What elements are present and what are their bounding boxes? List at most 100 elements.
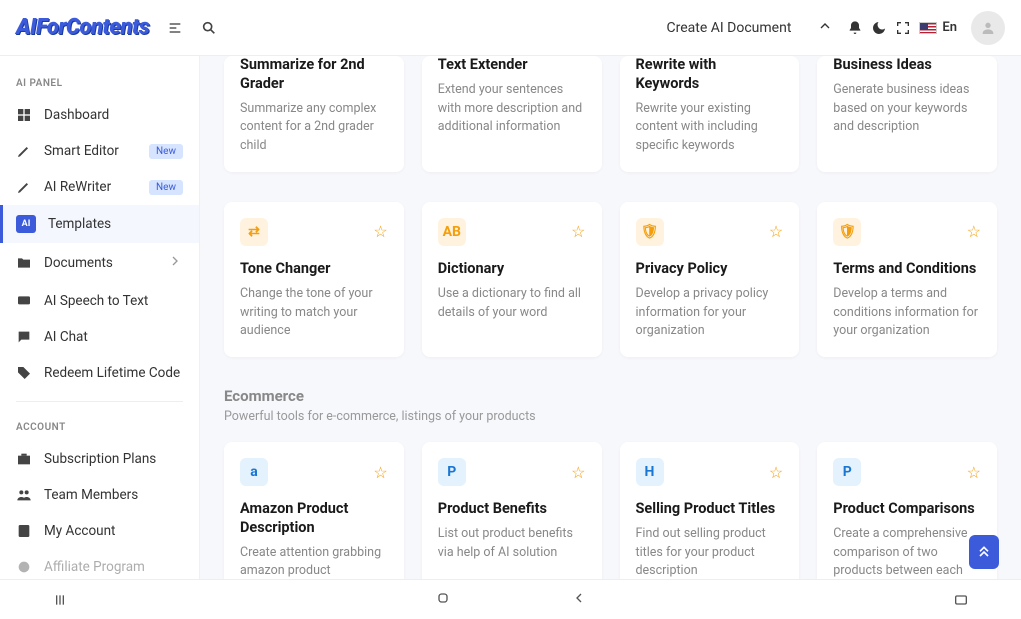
link-icon [16,559,32,575]
search-icon[interactable] [201,20,217,36]
card-description: Change the tone of your writing to match… [240,285,388,341]
star-icon[interactable]: ☆ [373,222,387,241]
card-title: Text Extender [438,56,586,75]
tag-icon [16,365,32,381]
chevron-up-icon [817,18,833,38]
sidebar-item-ai-rewriter[interactable]: AI ReWriterNew [0,169,199,205]
card-title: Terms and Conditions [833,260,981,279]
sidebar-item-redeem[interactable]: Redeem Lifetime Code [0,355,199,391]
sidebar-item-team[interactable]: Team Members [0,477,199,513]
template-card[interactable]: H ☆ Selling Product Titles Find out selling… [620,442,800,579]
menu-toggle-icon[interactable] [167,20,183,36]
template-card[interactable]: ⇄ ☆ Tone Changer Change the tone of your wr… [224,202,404,357]
system-back-icon[interactable] [571,590,587,610]
chevron-right-icon [167,253,183,273]
card-description: Use a dictionary to find all details of … [438,285,586,323]
new-badge: New [149,180,183,195]
sidebar-item-smart-editor[interactable]: Smart EditorNew [0,133,199,169]
card-description: Create a comprehensive comparison of two… [833,525,981,579]
sidebar-divider [16,401,183,402]
card-icon: H [636,458,664,486]
template-card[interactable]: Business IdeasGenerate business ideas ba… [817,56,997,172]
template-card[interactable]: Text Extender Extend your sentences with … [422,56,602,172]
template-card[interactable]: a ☆ Amazon Product Description Create atten… [224,442,404,579]
sidebar-item-affiliate[interactable]: Affiliate Program [0,549,199,579]
sidebar-item-documents[interactable]: Documents [0,243,199,283]
star-icon[interactable]: ☆ [967,463,981,482]
section-title: Ecommerce [224,387,997,405]
card-title: Summarize for 2nd Grader [240,56,388,94]
star-icon[interactable]: ☆ [769,463,783,482]
template-card[interactable]: Summarize for 2nd Grader Summarize any co… [224,56,404,172]
template-card[interactable]: 🛡 ☆ Privacy Policy Develop a privacy policy… [620,202,800,357]
card-title: Selling Product Titles [636,500,784,519]
card-description: Summarize any complex content for a 2nd … [240,100,388,156]
language-selector[interactable]: En [919,20,957,35]
fullscreen-icon[interactable] [895,20,911,36]
star-icon[interactable]: ☆ [967,222,981,241]
create-document-dropdown[interactable]: Create AI Document [657,18,844,38]
card-title: Tone Changer [240,260,388,279]
template-card[interactable]: P☆Product BenefitsList out product benef… [422,442,602,579]
card-description: Develop a privacy policy information for… [636,285,784,341]
card-icon: P [833,458,861,486]
card-description: Find out selling product titles for your… [636,525,784,579]
sidebar-item-subscription[interactable]: Subscription Plans [0,441,199,477]
card-description: Rewrite your existing content with inclu… [636,100,784,156]
card-title: Product Comparisons [833,500,981,519]
pencil-icon [16,179,32,195]
card-title: Amazon Product Description [240,500,388,538]
main-content: Summarize for 2nd Grader Summarize any co… [200,56,1021,579]
card-icon: 🛡 [833,218,861,246]
star-icon[interactable]: ☆ [769,222,783,241]
team-icon [16,487,32,503]
app-logo[interactable]: AIForContents [16,15,149,40]
card-description: Generate business ideas based on your ke… [833,81,981,137]
pen-icon [16,143,32,159]
card-icon: AB [438,218,466,246]
card-icon: 🛡 [636,218,664,246]
system-home-icon[interactable] [435,590,451,610]
card-description: Develop a terms and conditions informati… [833,285,981,341]
sidebar-item-speech-to-text[interactable]: AI Speech to Text [0,283,199,319]
notifications-icon[interactable] [847,20,863,36]
sidebar-item-dashboard[interactable]: Dashboard [0,97,199,133]
chat-icon [16,329,32,345]
scroll-to-top-button[interactable] [969,535,999,569]
template-card[interactable]: AB ☆ Dictionary Use a dictionary to find al… [422,202,602,357]
new-badge: New [149,144,183,159]
card-description: Create attention grabbing amazon product… [240,544,388,579]
system-pip-icon[interactable] [901,592,1021,608]
folder-icon [16,255,32,271]
sidebar-item-ai-chat[interactable]: AI Chat [0,319,199,355]
card-icon: ⇄ [240,218,268,246]
system-nav-bar [0,579,1021,619]
card-title: Product Benefits [438,500,586,519]
speech-icon [16,293,32,309]
star-icon[interactable]: ☆ [571,222,585,241]
system-recents-icon[interactable] [0,592,120,608]
sidebar-section-ai-panel: AI PANEL [0,68,199,97]
briefcase-icon [16,451,32,467]
user-icon [16,523,32,539]
card-title: Privacy Policy [636,260,784,279]
ai-icon: AI [16,215,36,233]
card-icon: P [438,458,466,486]
star-icon[interactable]: ☆ [571,463,585,482]
section-subtitle: Powerful tools for e-commerce, listings … [224,409,997,424]
card-title: Rewrite with Keywords [636,56,784,94]
card-title: Dictionary [438,260,586,279]
card-icon: a [240,458,268,486]
sidebar-item-templates[interactable]: AITemplates [0,205,199,243]
sidebar-item-my-account[interactable]: My Account [0,513,199,549]
template-card[interactable]: 🛡 ☆ Terms and Conditions Develop a terms an… [817,202,997,357]
star-icon[interactable]: ☆ [373,463,387,482]
user-avatar[interactable] [971,11,1005,45]
create-document-label: Create AI Document [667,20,792,36]
flag-icon [919,22,937,34]
sidebar: AI PANEL Dashboard Smart EditorNew AI Re… [0,56,200,579]
dark-mode-icon[interactable] [871,20,887,36]
card-description: Extend your sentences with more descript… [438,81,586,137]
dashboard-icon [16,107,32,123]
template-card[interactable]: Rewrite with Keywords Rewrite your existi… [620,56,800,172]
